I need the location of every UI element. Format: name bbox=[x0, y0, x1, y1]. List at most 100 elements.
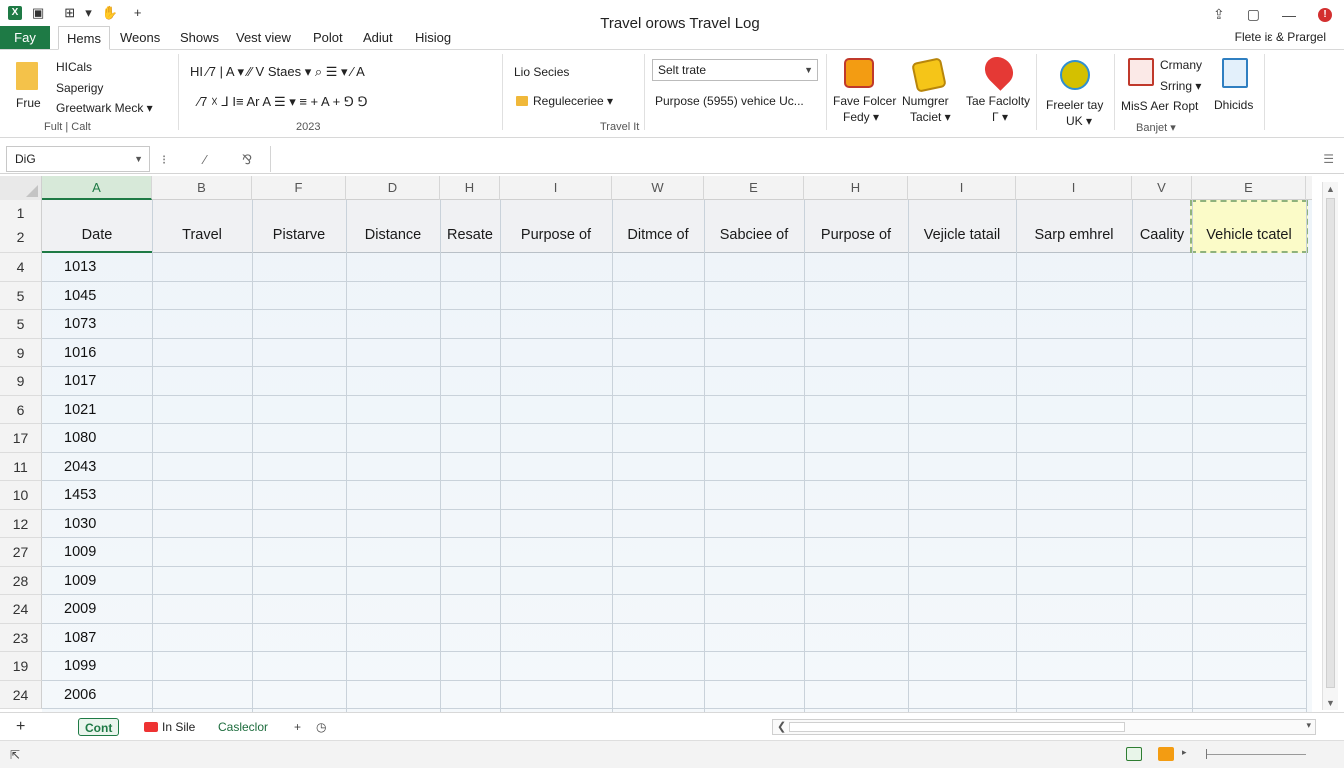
tab-file[interactable]: Fay bbox=[0, 26, 50, 49]
command-freeler-tay[interactable]: Freeler tay bbox=[1046, 98, 1103, 112]
ribbon-item-crmany[interactable]: Crmany bbox=[1160, 58, 1202, 72]
column-header[interactable]: W bbox=[612, 176, 704, 200]
command-numgrer-sub[interactable]: Taciet ▾ bbox=[910, 110, 951, 124]
column-header[interactable]: A bbox=[42, 176, 152, 200]
restore-icon[interactable]: ▢ bbox=[1247, 6, 1260, 23]
insert-function-icon[interactable]: ⅋ bbox=[242, 152, 252, 168]
header-cell-sabciee-of[interactable]: Sabciee of bbox=[704, 200, 804, 253]
date-cell[interactable]: 1045 bbox=[64, 288, 96, 304]
group-label-banjet[interactable]: Banjet ▾ bbox=[1136, 121, 1176, 134]
save-icon[interactable]: ▣ bbox=[32, 5, 44, 21]
row-header[interactable]: 9 bbox=[0, 338, 42, 367]
cancel-icon[interactable]: ⁄ bbox=[204, 152, 206, 167]
command-fave-folcer-sub[interactable]: Fedy ▾ bbox=[843, 110, 879, 124]
date-cell[interactable]: 1009 bbox=[64, 544, 96, 560]
report-icon[interactable] bbox=[1128, 58, 1154, 86]
command-tae-faclolty-sub[interactable]: Γ ▾ bbox=[992, 110, 1008, 124]
page-layout-icon[interactable] bbox=[1158, 747, 1174, 761]
paint-icon[interactable]: ✋ bbox=[102, 5, 118, 21]
column-header[interactable]: E bbox=[1192, 176, 1306, 200]
share-icon[interactable]: ⇪ bbox=[1213, 6, 1225, 23]
row-header[interactable]: 6 bbox=[0, 395, 42, 424]
row-header[interactable]: 17 bbox=[0, 424, 42, 453]
menu-icon[interactable]: ☰ bbox=[1323, 152, 1334, 166]
header-cell-sarp-emhrel[interactable]: Sarp emhrel bbox=[1016, 200, 1132, 253]
header-cell-vehicle-tcatel[interactable]: Vehicle tcatel bbox=[1190, 200, 1308, 253]
style-dropdown[interactable]: Selt trate ▼ bbox=[652, 59, 818, 81]
tab-home[interactable]: Hems bbox=[58, 26, 110, 50]
ribbon-item-ropt[interactable]: Ropt bbox=[1173, 99, 1198, 113]
scroll-up-icon[interactable]: ▲ bbox=[1326, 184, 1335, 194]
car-icon[interactable] bbox=[844, 58, 874, 88]
more-icon[interactable]: ⁝ bbox=[162, 152, 166, 168]
scrollbar-thumb[interactable] bbox=[789, 722, 1125, 732]
column-header[interactable]: I bbox=[1016, 176, 1132, 200]
horizontal-scrollbar[interactable]: ❮ ▾ bbox=[772, 719, 1316, 735]
column-header[interactable]: H bbox=[804, 176, 908, 200]
tab-adiut[interactable]: Adiut bbox=[363, 26, 393, 50]
column-header[interactable]: F bbox=[252, 176, 346, 200]
date-cell[interactable]: 1009 bbox=[64, 573, 96, 589]
dropdown-icon[interactable]: ▾ bbox=[85, 5, 92, 21]
header-cell-purpose-of-2[interactable]: Purpose of bbox=[804, 200, 908, 253]
sheet-tab-cont[interactable]: Cont bbox=[78, 718, 120, 736]
chevron-right-icon[interactable]: ▸ bbox=[1182, 747, 1187, 758]
more-sheets-button[interactable]: + bbox=[288, 718, 307, 736]
minimize-icon[interactable]: — bbox=[1282, 7, 1296, 23]
ribbon-item-dhicids[interactable]: Dhicids bbox=[1214, 98, 1253, 112]
date-cell[interactable]: 1017 bbox=[64, 373, 96, 389]
row-header[interactable]: 10 bbox=[0, 481, 42, 510]
add-icon[interactable]: + bbox=[134, 5, 142, 21]
date-cell[interactable]: 1087 bbox=[64, 630, 96, 646]
command-freeler-tay-sub[interactable]: UK ▾ bbox=[1066, 114, 1092, 128]
date-cell[interactable]: 1021 bbox=[64, 402, 96, 418]
ribbon-item-greetwark[interactable]: Greetwark Meck ▾ bbox=[56, 101, 153, 115]
date-cell[interactable]: 1016 bbox=[64, 345, 96, 361]
row-header[interactable]: 24 bbox=[0, 595, 42, 624]
row-header[interactable]: 19 bbox=[0, 652, 42, 681]
sheet-tab-casleclor[interactable]: Casleclor bbox=[212, 718, 274, 736]
select-all-corner[interactable] bbox=[0, 176, 42, 200]
row-header[interactable]: 9 bbox=[0, 367, 42, 396]
date-cell[interactable]: 2006 bbox=[64, 687, 96, 703]
name-box[interactable]: DiG ▼ bbox=[6, 146, 150, 172]
header-cell-resate[interactable]: Resate bbox=[440, 200, 500, 253]
tab-hisiog[interactable]: Hisiog bbox=[415, 26, 451, 50]
row-header[interactable]: 23 bbox=[0, 623, 42, 652]
date-cell[interactable]: 2009 bbox=[64, 601, 96, 617]
date-cell[interactable]: 1099 bbox=[64, 658, 96, 674]
scroll-right-icon[interactable]: ▾ bbox=[1306, 720, 1311, 731]
column-header[interactable]: I bbox=[908, 176, 1016, 200]
row-header[interactable]: 12 bbox=[0, 509, 42, 538]
ribbon-item-hicals[interactable]: HICals bbox=[56, 60, 92, 74]
normal-view-icon[interactable] bbox=[1126, 747, 1142, 761]
series-dropdown[interactable]: Reguleceriee ▾ bbox=[533, 94, 613, 108]
command-tae-faclolty[interactable]: Tae Faclolty bbox=[966, 94, 1030, 108]
tab-view[interactable]: Vest view bbox=[236, 26, 291, 50]
row-header[interactable]: 5 bbox=[0, 281, 42, 310]
scroll-left-icon[interactable]: ❮ bbox=[777, 720, 786, 733]
header-cell-caality[interactable]: Caality bbox=[1132, 200, 1192, 253]
cell-area[interactable] bbox=[42, 200, 1312, 712]
document-icon[interactable] bbox=[1222, 58, 1248, 88]
scrollbar-thumb[interactable] bbox=[1326, 198, 1335, 688]
row-header[interactable]: 1 bbox=[0, 200, 42, 226]
command-fave-folcer[interactable]: Fave Folcer bbox=[833, 94, 896, 108]
row-header[interactable]: 28 bbox=[0, 566, 42, 595]
column-header[interactable]: D bbox=[346, 176, 440, 200]
zoom-slider[interactable] bbox=[1206, 749, 1306, 759]
tag-icon[interactable] bbox=[911, 57, 947, 93]
row-header[interactable]: 4 bbox=[0, 253, 42, 282]
formula-input[interactable] bbox=[270, 146, 1310, 172]
tab-weons[interactable]: Weons bbox=[120, 26, 160, 50]
tab-shows[interactable]: Shows bbox=[180, 26, 219, 50]
column-header[interactable]: H bbox=[440, 176, 500, 200]
row-header[interactable]: 11 bbox=[0, 452, 42, 481]
sheet-tab-in-sile[interactable]: In Sile bbox=[138, 718, 201, 736]
scroll-down-icon[interactable]: ▼ bbox=[1326, 698, 1335, 708]
ribbon-item-saperigy[interactable]: Saperigy bbox=[56, 81, 103, 95]
history-icon[interactable]: ◷ bbox=[310, 718, 332, 736]
ribbon-item-miss-aer[interactable]: MisS Aer bbox=[1121, 99, 1169, 113]
paste-icon[interactable] bbox=[16, 62, 38, 90]
header-cell-date[interactable]: Date bbox=[42, 200, 152, 253]
